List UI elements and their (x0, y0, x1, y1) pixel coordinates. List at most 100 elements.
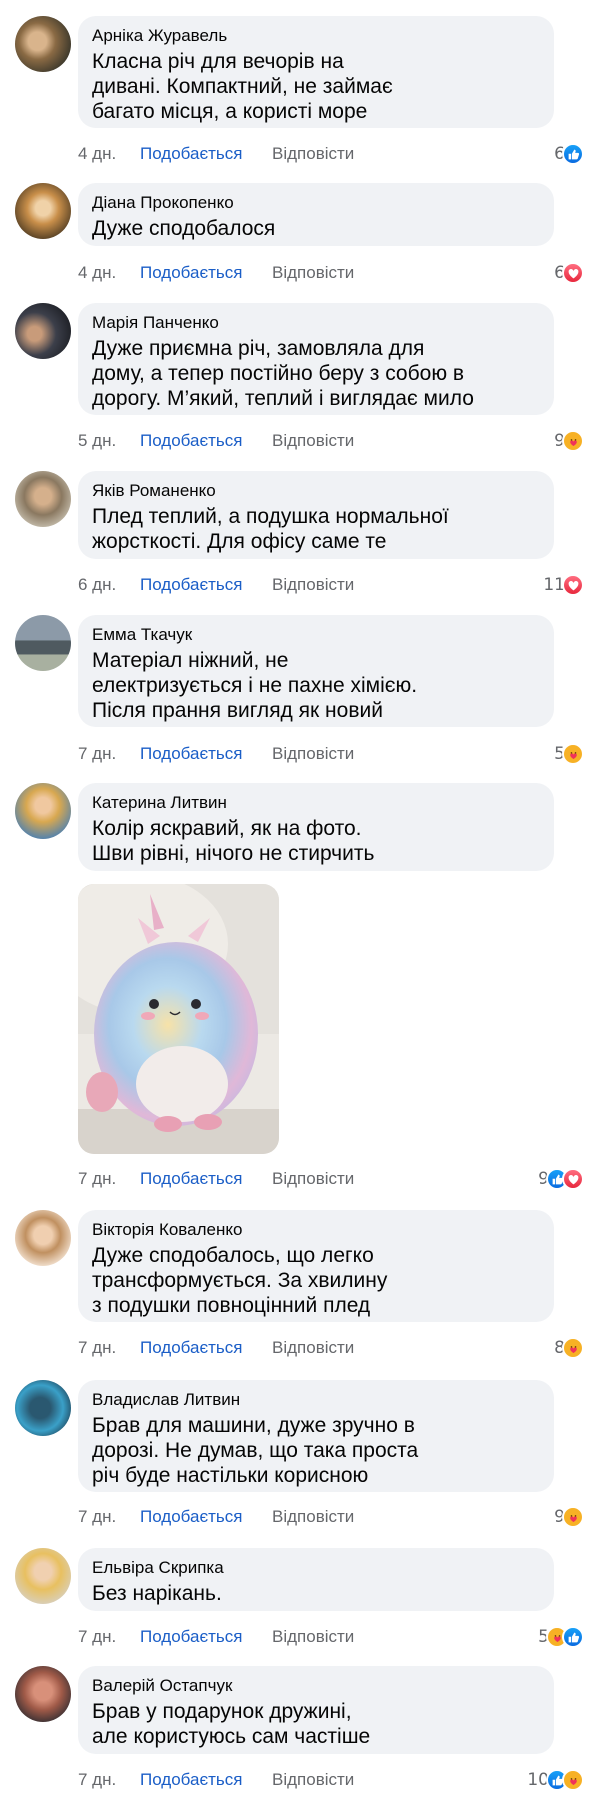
reply-link[interactable]: Відповісти (272, 262, 354, 284)
like-link[interactable]: Подобається (140, 574, 272, 596)
comment-author[interactable]: Діана Прокопенко (92, 192, 540, 213)
comment-author[interactable]: Вікторія Коваленко (92, 1219, 540, 1240)
reaction-summary[interactable]: 9 (538, 1167, 584, 1191)
timestamp[interactable]: 7 дн. (78, 1337, 140, 1359)
comment-author[interactable]: Катерина Литвин (92, 792, 540, 813)
comment-author[interactable]: Марія Панченко (92, 312, 540, 333)
avatar[interactable] (15, 471, 71, 527)
comment-line: але користуюсь сам частіше (92, 1725, 371, 1748)
timestamp[interactable]: 7 дн. (78, 743, 140, 765)
timestamp[interactable]: 4 дн. (78, 143, 140, 165)
reaction-summary[interactable]: 5 (554, 742, 584, 766)
timestamp[interactable]: 7 дн. (78, 1626, 140, 1648)
timestamp[interactable]: 5 дн. (78, 430, 140, 452)
comment-author[interactable]: Арніка Журавель (92, 25, 540, 46)
comment-line: електризується і не пахне хімією. (92, 674, 418, 697)
comment-line: Класна річ для вечорів на (92, 50, 344, 73)
reaction-summary[interactable]: 6 (554, 142, 584, 166)
care-reaction-icon (562, 1506, 584, 1528)
avatar[interactable] (15, 1548, 71, 1604)
avatar[interactable] (15, 615, 71, 671)
like-link[interactable]: Подобається (140, 1337, 272, 1359)
reply-link[interactable]: Відповісти (272, 1769, 354, 1791)
avatar[interactable] (15, 1666, 71, 1722)
comment-author[interactable]: Емма Ткачук (92, 624, 540, 645)
care-reaction-icon (562, 1769, 584, 1791)
reaction-summary[interactable]: 10 (527, 1768, 584, 1792)
comment-line: дому, а тепер постійно беру з собою в (92, 362, 465, 385)
comment-line: Брав для машини, дуже зручно в (92, 1414, 415, 1437)
like-link[interactable]: Подобається (140, 1626, 272, 1648)
avatar[interactable] (15, 1210, 71, 1266)
reply-link[interactable]: Відповісти (272, 574, 354, 596)
reply-link[interactable]: Відповісти (272, 1626, 354, 1648)
comment-photo[interactable] (78, 884, 279, 1154)
like-link[interactable]: Подобається (140, 743, 272, 765)
comment-text: Брав для машини, дуже зручно в дорозі. Н… (92, 1413, 540, 1488)
timestamp[interactable]: 7 дн. (78, 1769, 140, 1791)
comment-line: багато місця, а користі море (92, 100, 368, 123)
reply-link[interactable]: Відповісти (272, 743, 354, 765)
reaction-summary[interactable]: 6 (554, 261, 584, 285)
comment-line: Матеріал ніжний, не (92, 649, 289, 672)
comment-meta: 5 дн. Подобається Відповісти (78, 430, 354, 452)
comment-line: Плед теплий, а подушка нормальної (92, 505, 449, 528)
like-link[interactable]: Подобається (140, 1506, 272, 1528)
reply-link[interactable]: Відповісти (272, 1506, 354, 1528)
comment-author[interactable]: Яків Романенко (92, 480, 540, 501)
comment-text: Класна річ для вечорів на дивані. Компак… (92, 49, 540, 124)
comment-line: Шви рівні, нічого не стирчить (92, 842, 375, 865)
reply-link[interactable]: Відповісти (272, 1168, 354, 1190)
comment-text: Плед теплий, а подушка нормальної жорстк… (92, 504, 540, 554)
timestamp[interactable]: 7 дн. (78, 1506, 140, 1528)
like-link[interactable]: Подобається (140, 430, 272, 452)
comment-author[interactable]: Ельвіра Скрипка (92, 1557, 540, 1578)
comment-bubble: Марія Панченко Дуже приємна річ, замовля… (78, 303, 554, 415)
comment-meta: 7 дн. Подобається Відповісти (78, 1337, 354, 1359)
comment-text: Дуже сподобалося (92, 216, 540, 241)
timestamp[interactable]: 4 дн. (78, 262, 140, 284)
reaction-summary[interactable]: 5 (538, 1625, 584, 1649)
comment-line: річ буде настільки корисною (92, 1464, 369, 1487)
reply-link[interactable]: Відповісти (272, 1337, 354, 1359)
comment-bubble: Вікторія Коваленко Дуже сподобалось, що … (78, 1210, 554, 1322)
comment-line: Дуже сподобалось, що легко (92, 1244, 374, 1267)
heart-reaction-icon (562, 1168, 584, 1190)
avatar[interactable] (15, 183, 71, 239)
comment-line: Після прання вигляд як новий (92, 699, 383, 722)
comment-meta: 7 дн. Подобається Відповісти (78, 1168, 354, 1190)
avatar[interactable] (15, 783, 71, 839)
like-reaction-icon (562, 143, 584, 165)
avatar[interactable] (15, 16, 71, 72)
reaction-summary[interactable]: 9 (554, 1505, 584, 1529)
timestamp[interactable]: 7 дн. (78, 1168, 140, 1190)
reply-link[interactable]: Відповісти (272, 430, 354, 452)
comment-author[interactable]: Владислав Литвин (92, 1389, 540, 1410)
comment-meta: 7 дн. Подобається Відповісти (78, 1769, 354, 1791)
comment-meta: 7 дн. Подобається Відповісти (78, 1626, 354, 1648)
reaction-summary[interactable]: 8 (554, 1336, 584, 1360)
comment-line: дорогу. М’який, теплий і виглядає мило (92, 387, 474, 410)
comment-line: Дуже сподобалося (92, 217, 276, 240)
comment-meta: 4 дн. Подобається Відповісти (78, 143, 354, 165)
reaction-summary[interactable]: 11 (543, 573, 584, 597)
heart-reaction-icon (562, 574, 584, 596)
comment-text: Матеріал ніжний, не електризується і не … (92, 648, 540, 723)
reply-link[interactable]: Відповісти (272, 143, 354, 165)
like-link[interactable]: Подобається (140, 143, 272, 165)
comment-text: Дуже сподобалось, що легко трансформуєть… (92, 1243, 540, 1318)
care-reaction-icon (562, 430, 584, 452)
like-link[interactable]: Подобається (140, 262, 272, 284)
comment-text: Колір яскравий, як на фото. Шви рівні, н… (92, 816, 540, 866)
reaction-summary[interactable]: 9 (554, 429, 584, 453)
comment-bubble: Яків Романенко Плед теплий, а подушка но… (78, 471, 554, 559)
comment-bubble: Ельвіра Скрипка Без нарікань. (78, 1548, 554, 1611)
comment-line: Колір яскравий, як на фото. (92, 817, 362, 840)
like-link[interactable]: Подобається (140, 1168, 272, 1190)
comment-text: Без нарікань. (92, 1581, 540, 1606)
timestamp[interactable]: 6 дн. (78, 574, 140, 596)
avatar[interactable] (15, 303, 71, 359)
comment-author[interactable]: Валерій Остапчук (92, 1675, 540, 1696)
avatar[interactable] (15, 1380, 71, 1436)
like-link[interactable]: Подобається (140, 1769, 272, 1791)
